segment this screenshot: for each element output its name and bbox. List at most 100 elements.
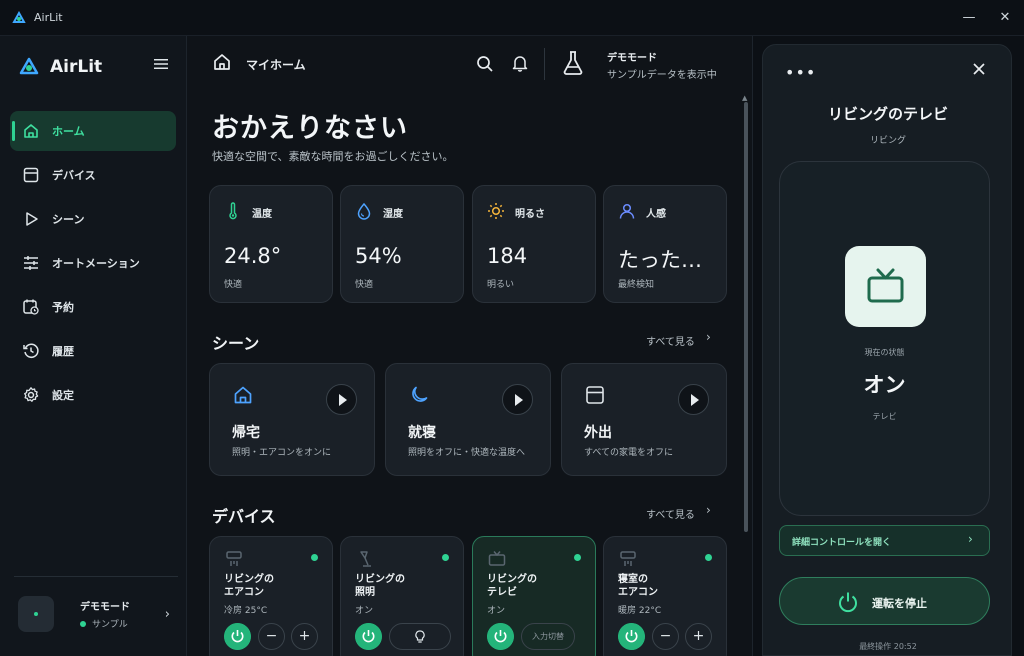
sidebar-item-schedule[interactable]: 予約 [10, 287, 176, 327]
sidebar-item-label: 設定 [52, 389, 74, 402]
brand-logo-icon [19, 57, 39, 75]
device-detail-panel: ••• リビングのテレビ リビング 現在の状態 オン テレビ 詳細コントロールを… [762, 44, 1012, 656]
demo-mode-title: デモモード [607, 53, 657, 64]
hamburger-menu-icon[interactable] [154, 58, 168, 70]
scene-description: 照明をオフに・快適な温度へ [408, 448, 526, 458]
home-icon [24, 124, 38, 138]
chevron-right-icon[interactable]: › [706, 330, 711, 344]
calendar-clock-icon [23, 299, 39, 315]
sidebar-item-label: デバイス [52, 169, 96, 182]
open-detail-controls-label: 詳細コントロールを開く [792, 538, 892, 548]
aircon-icon [620, 551, 636, 566]
user-name: デモモード [80, 602, 130, 613]
devices-see-all-link[interactable]: すべて見る [646, 506, 695, 521]
temperature-down-button[interactable]: − [258, 623, 285, 650]
sensor-status: 快適 [355, 280, 374, 290]
scenes-section-title: シーン [212, 334, 260, 353]
play-icon [26, 212, 38, 226]
temperature-down-button[interactable]: − [652, 623, 679, 650]
scroll-up-arrow-icon[interactable]: ▲ [742, 94, 747, 102]
device-card-living-light[interactable]: リビングの 照明 オン [340, 536, 464, 656]
user-card[interactable]: デモモード サンプル › [18, 593, 178, 635]
sensor-card-motion[interactable]: 人感 たった… 最終検知 [603, 185, 727, 303]
sensor-card-brightness[interactable]: 明るさ 184 明るい [472, 185, 596, 303]
sensor-card-humidity[interactable]: 湿度 54% 快適 [340, 185, 464, 303]
temperature-up-button[interactable]: + [291, 623, 318, 650]
sidebar-item-home[interactable]: ホーム [10, 111, 176, 151]
device-status: オン [487, 606, 506, 616]
sensor-status: 快適 [224, 280, 243, 290]
last-operation-time: 最終操作 20:52 [859, 642, 917, 651]
stop-operation-button[interactable]: 運転を停止 [779, 577, 990, 625]
scene-card-sleep[interactable]: 就寝 照明をオフに・快適な温度へ [385, 363, 551, 476]
tv-icon [488, 551, 506, 566]
light-bulb-button[interactable] [389, 623, 451, 650]
user-status: サンプル [80, 617, 130, 630]
window-title: AirLit [34, 11, 63, 24]
sidebar-item-label: オートメーション [52, 257, 140, 270]
sidebar-item-settings[interactable]: 設定 [10, 375, 176, 415]
state-label: 現在の状態 [864, 348, 905, 357]
close-window-button[interactable]: ✕ [997, 10, 1013, 25]
open-detail-controls-button[interactable]: 詳細コントロールを開く › [779, 525, 990, 556]
sun-icon [488, 203, 504, 219]
scene-description: 照明・エアコンをオンに [232, 448, 332, 458]
status-dot [80, 620, 86, 627]
device-state: オン [863, 373, 906, 397]
sidebar-item-label: ホーム [52, 125, 85, 138]
sensor-label: 温度 [252, 209, 272, 220]
input-switch-button[interactable]: 入力切替 [521, 623, 575, 650]
sidebar-nav: ホーム デバイス シーン オートメーション 予約 履歴 設定 [10, 111, 176, 419]
header-divider [544, 48, 545, 80]
device-online-dot [442, 554, 449, 561]
close-icon[interactable] [971, 61, 987, 77]
sensor-card-temperature[interactable]: 温度 24.8° 快適 [209, 185, 333, 303]
play-scene-button[interactable] [678, 384, 709, 415]
chevron-right-icon[interactable]: › [706, 503, 711, 517]
sidebar-item-scenes[interactable]: シーン [10, 199, 176, 239]
play-scene-button[interactable] [502, 384, 533, 415]
bell-icon[interactable] [511, 54, 529, 72]
device-name: リビングの テレビ [487, 574, 537, 598]
device-status: オン [355, 606, 374, 616]
scene-card-going-out[interactable]: 外出 すべての家電をオフに [561, 363, 727, 476]
sidebar-item-history[interactable]: 履歴 [10, 331, 176, 371]
lamp-icon [360, 551, 371, 567]
sensor-value: 24.8° [224, 244, 282, 268]
power-button[interactable] [355, 623, 382, 650]
search-icon[interactable] [476, 55, 494, 73]
sensor-value: たった… [618, 248, 702, 272]
sidebar-item-label: シーン [52, 213, 85, 226]
power-button[interactable] [618, 623, 645, 650]
scrollbar-thumb[interactable] [744, 102, 748, 532]
minimize-button[interactable]: — [961, 10, 977, 25]
sidebar-divider [14, 576, 178, 577]
sidebar-item-label: 履歴 [52, 345, 74, 358]
scene-name: 就寝 [408, 425, 436, 441]
device-card-living-tv[interactable]: リビングの テレビ オン 入力切替 [472, 536, 596, 656]
page-subtitle: 快適な空間で、素敵な時間をお過ごしください。 [212, 150, 454, 163]
play-scene-button[interactable] [326, 384, 357, 415]
device-online-dot [705, 554, 712, 561]
flask-icon [563, 51, 583, 75]
sensor-label: 湿度 [383, 209, 403, 220]
scene-card-return-home[interactable]: 帰宅 照明・エアコンをオンに [209, 363, 375, 476]
scene-name: 帰宅 [232, 425, 260, 441]
temperature-up-button[interactable]: + [685, 623, 712, 650]
device-card-bedroom-aircon[interactable]: 寝室の エアコン 暖房 22°C − + [603, 536, 727, 656]
power-button[interactable] [487, 623, 514, 650]
scenes-see-all-link[interactable]: すべて見る [646, 333, 695, 348]
device-card-living-aircon[interactable]: リビングの エアコン 冷房 25°C − + [209, 536, 333, 656]
sidebar-item-automation[interactable]: オートメーション [10, 243, 176, 283]
sidebar: AirLit ホーム デバイス シーン オートメーション 予約 履歴 設定 デモ… [0, 36, 187, 656]
device-name: リビングの 照明 [355, 574, 405, 598]
history-icon [23, 343, 39, 358]
thermometer-icon [229, 202, 237, 220]
moon-icon [412, 386, 428, 402]
home-icon [214, 54, 230, 70]
title-bar: AirLit — ✕ [0, 0, 1024, 36]
sidebar-item-devices[interactable]: デバイス [10, 155, 176, 195]
power-button[interactable] [224, 623, 251, 650]
more-options-icon[interactable]: ••• [785, 63, 816, 82]
device-status: 冷房 25°C [224, 606, 268, 616]
